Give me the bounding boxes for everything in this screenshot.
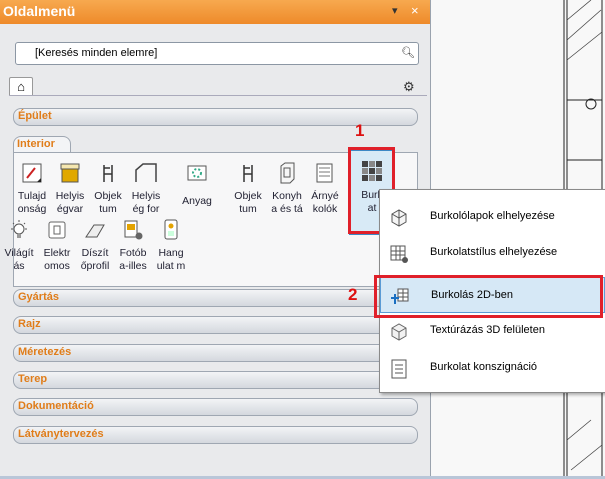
- tool-kitchen[interactable]: Konyh a és tá: [268, 157, 306, 215]
- menu-item-tile-style[interactable]: Burkolatstílus elhelyezése: [380, 235, 605, 271]
- search-input[interactable]: [Keresés minden elemre] 🔍︎: [15, 42, 419, 65]
- menu-item-label: Burkolatstílus elhelyezése: [430, 246, 558, 258]
- molding-icon: [85, 224, 105, 238]
- tile-style-icon: [390, 245, 408, 263]
- menu-item-label: Burkolólapok elhelyezése: [430, 210, 555, 222]
- tool-label: Helyis: [131, 190, 161, 202]
- shade-icon: [316, 163, 333, 183]
- menu-item-texture-3d[interactable]: Textúrázás 3D felületen: [380, 313, 605, 349]
- tool-electric[interactable]: Elektr omos: [38, 214, 76, 272]
- tool-object[interactable]: Objek tum: [89, 157, 127, 215]
- tool-label: tum: [239, 203, 257, 215]
- material-icon: [187, 165, 207, 181]
- electric-icon: [48, 221, 66, 239]
- home-icon[interactable]: ⌂: [9, 77, 33, 96]
- tool-label: a-illes: [119, 260, 147, 272]
- tool-label: a és tá: [271, 203, 303, 215]
- divider: [9, 95, 427, 96]
- annotation-number-2: 2: [348, 285, 358, 304]
- tool-label: Hang: [158, 247, 184, 259]
- category-label: Interior: [17, 138, 55, 150]
- tool-label: Helyis: [55, 190, 85, 202]
- tool-label: omos: [44, 260, 70, 272]
- tool-label: Objek: [94, 190, 122, 202]
- annotation-number-1: 1: [355, 121, 365, 140]
- category-latvanytervezes[interactable]: Látványtervezés: [13, 426, 418, 444]
- kitchen-icon: [280, 162, 295, 184]
- category-dokumentacio[interactable]: Dokumentáció: [13, 398, 418, 416]
- tool-label: Objek: [234, 190, 262, 202]
- tool-material[interactable]: Anyag: [178, 157, 216, 215]
- tool-label: Világít: [4, 247, 34, 259]
- category-meretezes[interactable]: Méretezés: [13, 344, 418, 362]
- category-label: Épület: [18, 110, 52, 122]
- menu-item-tile-placement[interactable]: Burkolólapok elhelyezése: [380, 199, 605, 235]
- category-label: Látványtervezés: [18, 428, 104, 440]
- tool-mood[interactable]: Hang ulat m: [152, 214, 190, 272]
- close-button[interactable]: ×: [411, 3, 419, 18]
- photo-fill-icon: [124, 220, 143, 240]
- chair-icon: [243, 165, 253, 182]
- tool-label: Tulajd: [17, 190, 47, 202]
- lamp-icon: [11, 220, 27, 238]
- side-menu-panel: Oldalmenü ▾ × [Keresés minden elemre] 🔍︎…: [0, 0, 431, 476]
- tool-molding[interactable]: Díszít őprofil: [76, 214, 114, 272]
- tool-room-stamp[interactable]: Helyis égvar: [51, 157, 89, 215]
- annotation-box-2: [374, 275, 603, 318]
- category-label: Terep: [18, 373, 48, 385]
- tool-label: ulat m: [156, 260, 186, 272]
- panel-titlebar: Oldalmenü ▾ ×: [0, 0, 430, 24]
- room-stamp-icon: [60, 163, 80, 183]
- gear-icon[interactable]: ⚙: [403, 79, 415, 95]
- tool-label: őprofil: [80, 260, 110, 272]
- chair-icon: [103, 165, 113, 182]
- properties-icon: [22, 163, 42, 183]
- texture-3d-icon: [391, 323, 407, 341]
- tool-properties[interactable]: Tulajd onság: [13, 157, 51, 215]
- tool-label: ás: [13, 260, 25, 272]
- menu-item-label: Textúrázás 3D felületen: [430, 324, 545, 336]
- menu-item-label: Burkolat konszignáció: [430, 361, 538, 373]
- menu-item-consignation[interactable]: Burkolat konszignáció: [380, 350, 605, 386]
- panel-title: Oldalmenü: [3, 3, 76, 19]
- tool-room-shape[interactable]: Helyis ég for: [127, 157, 165, 215]
- tool-label: Anyag: [182, 195, 212, 207]
- tool-label: Elektr: [43, 247, 71, 259]
- category-rajz[interactable]: Rajz: [13, 316, 418, 334]
- tool-label: Fotób: [119, 247, 147, 259]
- category-label: Méretezés: [18, 346, 72, 358]
- pin-icon[interactable]: ▾: [392, 4, 398, 17]
- tile-place-icon: [391, 209, 407, 227]
- category-label: Rajz: [18, 318, 41, 330]
- tool-photo-fill[interactable]: Fotób a-illes: [114, 214, 152, 272]
- category-interior[interactable]: Interior: [13, 136, 71, 153]
- category-label: Dokumentáció: [18, 400, 94, 412]
- tool-object-2[interactable]: Objek tum: [229, 157, 267, 215]
- search-placeholder: [Keresés minden elemre]: [35, 47, 158, 59]
- tool-label: Díszít: [81, 247, 109, 259]
- search-icon[interactable]: 🔍︎: [401, 46, 415, 59]
- tool-shade[interactable]: Árnyé kolók: [306, 157, 344, 215]
- tool-lighting[interactable]: Világít ás: [0, 214, 38, 272]
- category-label: Gyártás: [18, 291, 59, 303]
- tool-label: Árnyé: [311, 190, 339, 202]
- category-terep[interactable]: Terep: [13, 371, 418, 389]
- mood-icon: [164, 219, 178, 240]
- tool-label: kolók: [312, 203, 338, 215]
- room-shape-icon: [135, 163, 157, 182]
- tool-label: Konyh: [272, 190, 302, 202]
- consignation-icon: [391, 359, 407, 379]
